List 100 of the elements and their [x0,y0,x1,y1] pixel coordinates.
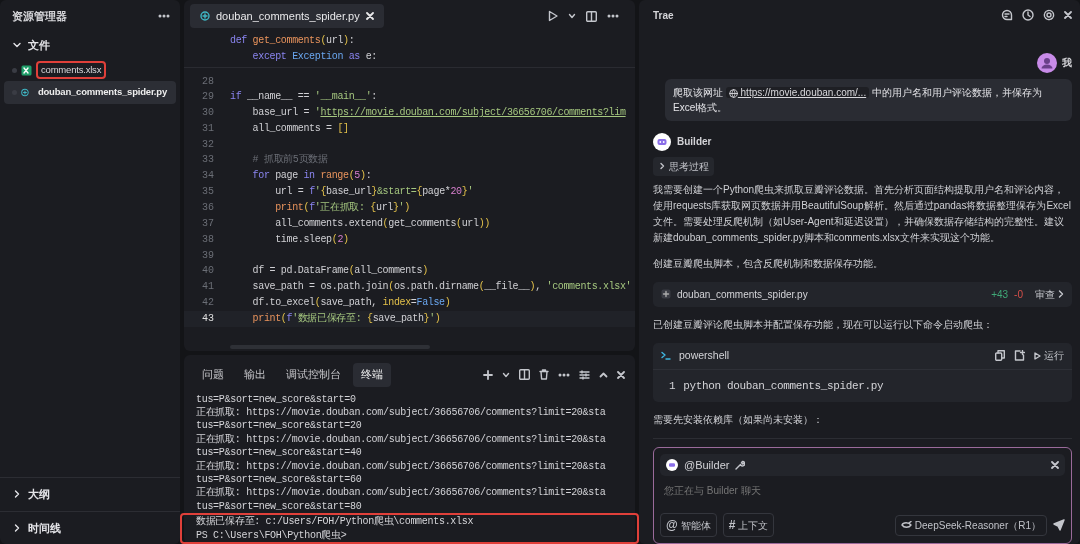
panel-tab[interactable]: 调试控制台 [278,362,349,387]
panel-tab[interactable]: 终端 [353,362,391,387]
line-number: 34 [201,169,215,183]
close-icon[interactable] [1051,460,1059,469]
avatar-icon [1037,52,1057,73]
bot-avatar-icon [666,458,678,471]
message-input[interactable]: 您正在与 Builder 聊天 [660,476,1065,513]
close-icon[interactable] [617,370,625,379]
section-header[interactable]: 大纲 [0,477,180,511]
chat-input-box[interactable]: @Builder 您正在与 Builder 聊天 @ 智能体 # 上下文 DeepSeek-Reasoner（R1） [653,446,1072,544]
terminal-line: 正在抓取: https://movie.douban.com/subject/36656706/comments?limit=20&sta [195,405,607,420]
close-icon[interactable] [1064,11,1072,20]
toolbar-chip[interactable]: # 上下文 [722,513,775,537]
terminal-line: 正在抓取: https://movie.douban.com/subject/36656706/comments?limit=20&sta [195,459,607,473]
split-terminal-icon[interactable] [519,369,530,381]
line-number: 41 [201,280,215,294]
code-line: for page in range(5): [251,169,372,183]
line-number: 29 [201,90,215,104]
plus-square-icon [661,289,671,300]
toolbar-chip[interactable]: @ 智能体 [660,513,717,537]
message-paragraph: 创建豆瓣爬虫脚本，包含反爬机制和数据保存功能。 [653,256,884,271]
user-name: 我 [1062,56,1072,71]
panel-tab[interactable]: 输出 [236,362,274,387]
chevron-icon [658,162,666,171]
code-line: print(f'数据已保存至: {save_path}') [251,312,441,326]
plus-icon[interactable] [483,369,493,380]
more-icon[interactable] [607,14,619,18]
code-line: url = f'{base_url}&start={page*20}' [274,185,474,199]
code-line: if __name__ == '__main__': [230,90,377,104]
python-file-icon [200,11,210,21]
line-number: 38 [201,233,215,247]
model-selector[interactable]: DeepSeek-Reasoner（R1） [894,514,1047,536]
message-paragraph: 需要先安装依赖库（如果尚未安装）： [653,412,824,427]
code-line: base_url = 'https://movie.douban.com/subject/36656706/comments?lim [251,106,626,120]
folder-section-header[interactable]: 文件 [0,30,180,59]
spreadsheet-icon [21,64,32,76]
file-item[interactable]: comments.xlsx [4,59,176,82]
wrench-icon[interactable] [735,459,746,470]
more-icon[interactable] [158,14,170,19]
run-icon[interactable] [548,10,558,22]
globe-icon [728,88,738,98]
history-icon[interactable] [1022,9,1034,22]
code-line: time.sleep(2) [274,233,349,247]
thinking-toggle[interactable]: 思考过程 [653,156,714,176]
split-editor-icon[interactable] [586,10,597,22]
line-number: 33 [201,153,215,167]
line-number: 40 [201,264,215,278]
line-number: 32 [201,138,215,152]
trash-icon[interactable] [539,369,549,381]
terminal-line: 正在抓取: https://movie.douban.com/subject/36656706/comments?limit=20&sta [195,486,607,500]
line-number: 30 [201,106,215,120]
terminal-line: tus=P&sort=new_score&start=40 [195,446,363,460]
more-icon[interactable] [558,372,570,377]
line-number: 28 [201,75,215,89]
chevron-icon [12,489,22,500]
agent-label: @Builder [684,457,730,473]
removed-count: -0 [1014,287,1023,302]
line-number: 39 [201,249,215,263]
code-line: all_comments.extend(get_comments(url)) [274,217,490,231]
send-icon[interactable] [1053,519,1065,531]
added-count: +43 [991,287,1009,302]
section-header[interactable]: 时间线 [0,510,180,544]
code-line: save_path = os.path.join(os.path.dirname(__file__), 'comments.xlsx' [251,280,632,294]
line-number: 35 [201,185,215,199]
panel-title: Trae [653,8,674,23]
line-number: 1 [669,378,676,394]
link-chip[interactable]: https://movie.douban.com/... [725,86,870,98]
terminal-line: 数据已保存至: c:/Users/FOH/Python爬虫\comments.xlsx [195,515,475,529]
terminal-line: 正在抓取: https://movie.douban.com/subject/36656706/comments?limit=20&sta [195,432,607,447]
code-line: df.to_excel(save_path, index=False) [251,296,451,310]
sliders-icon[interactable] [579,369,590,380]
new-chat-icon[interactable] [1001,9,1013,22]
code-line: def get_comments(url): [230,34,356,48]
file-item[interactable]: douban_comments_spider.py [4,81,176,104]
line-number: 31 [201,122,215,136]
copy-icon[interactable] [995,350,1005,362]
assistant-name: Builder [677,135,712,150]
chevron-up-icon[interactable] [599,371,608,378]
caret-icon[interactable] [568,13,576,19]
terminal-line: PS C:\Users\FOH\Python爬虫> [195,528,348,542]
line-number: 43 [201,312,215,326]
run-button[interactable]: 运行 [1034,348,1064,364]
panel-tab[interactable]: 问题 [194,362,232,387]
terminal-line: tus=P&sort=new_score&start=80 [195,499,363,514]
language-label: powershell [679,347,730,363]
code-line: print(f'正在抓取: {url}') [274,201,410,215]
chevron-right-icon [1058,290,1064,299]
editor-tab[interactable]: douban_comments_spider.py [190,4,384,28]
settings-icon[interactable] [1043,9,1055,22]
file-name: douban_comments_spider.py [677,287,808,302]
file-name: douban_comments_spider.py [36,85,168,100]
code-line: all_comments = [] [251,122,349,136]
run-icon [1034,351,1041,360]
code-line: python douban_comments_spider.py [683,378,884,394]
terminal-line: tus=P&sort=new_score&start=20 [195,419,363,433]
insert-icon[interactable] [1014,350,1025,362]
review-button[interactable]: 审查 [1035,286,1064,302]
line-number: 36 [201,201,215,215]
caret-icon[interactable] [502,371,510,378]
panel-title: 资源管理器 [12,9,67,24]
